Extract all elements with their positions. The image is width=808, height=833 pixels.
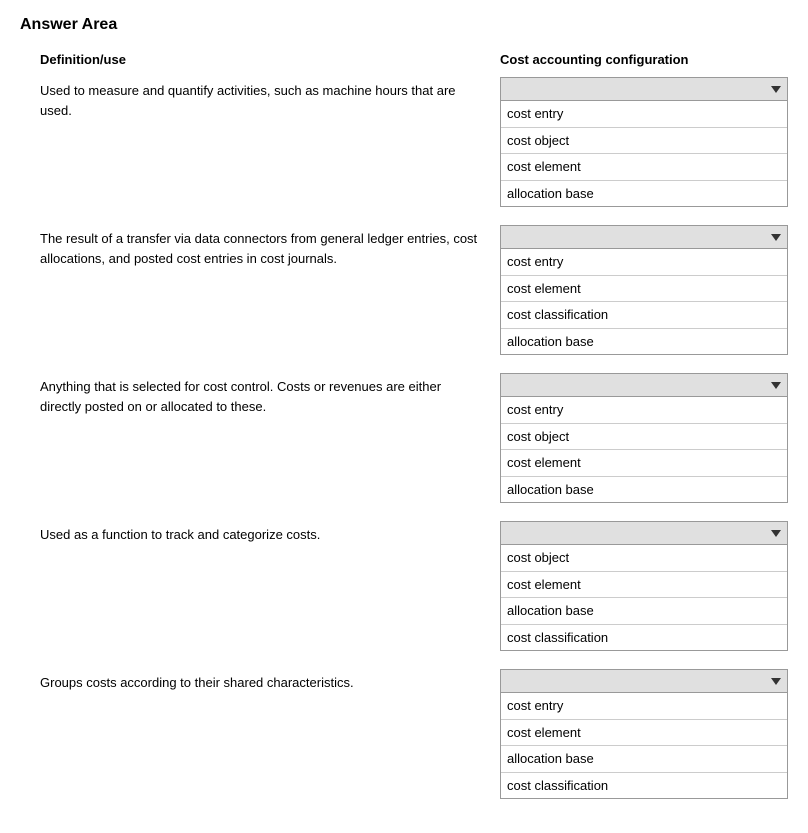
chevron-down-icon-1: [771, 86, 781, 93]
qa-row-3: Anything that is selected for cost contr…: [20, 373, 788, 503]
dropdown-option-4-1[interactable]: cost object: [501, 545, 787, 572]
dropdown-5: cost entrycost elementallocation basecos…: [500, 669, 788, 799]
definition-text-5: Groups costs according to their shared c…: [40, 669, 500, 693]
definition-text-2: The result of a transfer via data connec…: [40, 225, 500, 268]
dropdown-header-3[interactable]: [500, 373, 788, 397]
qa-row-5: Groups costs according to their shared c…: [20, 669, 788, 799]
dropdown-option-1-3[interactable]: cost element: [501, 154, 787, 181]
qa-row-1: Used to measure and quantify activities,…: [20, 77, 788, 207]
dropdown-options-3: cost entrycost objectcost elementallocat…: [500, 397, 788, 503]
dropdown-header-5[interactable]: [500, 669, 788, 693]
dropdown-option-1-4[interactable]: allocation base: [501, 181, 787, 207]
definition-text-4: Used as a function to track and categori…: [40, 521, 500, 545]
definition-text-1: Used to measure and quantify activities,…: [40, 77, 500, 120]
qa-row-4: Used as a function to track and categori…: [20, 521, 788, 651]
dropdown-option-5-3[interactable]: allocation base: [501, 746, 787, 773]
dropdown-option-2-4[interactable]: allocation base: [501, 329, 787, 355]
dropdown-options-5: cost entrycost elementallocation basecos…: [500, 693, 788, 799]
dropdown-option-4-4[interactable]: cost classification: [501, 625, 787, 651]
dropdown-option-4-3[interactable]: allocation base: [501, 598, 787, 625]
dropdown-2: cost entrycost elementcost classificatio…: [500, 225, 788, 355]
dropdown-header-1[interactable]: [500, 77, 788, 101]
dropdown-option-2-2[interactable]: cost element: [501, 276, 787, 303]
dropdown-option-3-4[interactable]: allocation base: [501, 477, 787, 503]
dropdown-3: cost entrycost objectcost elementallocat…: [500, 373, 788, 503]
column-headers: Definition/use Cost accounting configura…: [20, 52, 788, 67]
definition-text-3: Anything that is selected for cost contr…: [40, 373, 500, 416]
dropdown-options-1: cost entrycost objectcost elementallocat…: [500, 101, 788, 207]
dropdown-option-2-3[interactable]: cost classification: [501, 302, 787, 329]
dropdown-option-3-1[interactable]: cost entry: [501, 397, 787, 424]
dropdown-option-3-2[interactable]: cost object: [501, 424, 787, 451]
page-title: Answer Area: [20, 16, 788, 34]
dropdown-option-5-4[interactable]: cost classification: [501, 773, 787, 799]
dropdown-options-4: cost objectcost elementallocation baseco…: [500, 545, 788, 651]
dropdown-options-2: cost entrycost elementcost classificatio…: [500, 249, 788, 355]
dropdown-option-4-2[interactable]: cost element: [501, 572, 787, 599]
definition-header: Definition/use: [40, 52, 500, 67]
chevron-down-icon-4: [771, 530, 781, 537]
dropdown-option-5-2[interactable]: cost element: [501, 720, 787, 747]
dropdown-header-2[interactable]: [500, 225, 788, 249]
chevron-down-icon-2: [771, 234, 781, 241]
dropdown-option-3-3[interactable]: cost element: [501, 450, 787, 477]
chevron-down-icon-5: [771, 678, 781, 685]
dropdown-option-5-1[interactable]: cost entry: [501, 693, 787, 720]
config-header: Cost accounting configuration: [500, 52, 788, 67]
qa-row-2: The result of a transfer via data connec…: [20, 225, 788, 355]
chevron-down-icon-3: [771, 382, 781, 389]
dropdown-4: cost objectcost elementallocation baseco…: [500, 521, 788, 651]
qa-rows: Used to measure and quantify activities,…: [20, 77, 788, 799]
dropdown-option-2-1[interactable]: cost entry: [501, 249, 787, 276]
dropdown-header-4[interactable]: [500, 521, 788, 545]
dropdown-1: cost entrycost objectcost elementallocat…: [500, 77, 788, 207]
dropdown-option-1-2[interactable]: cost object: [501, 128, 787, 155]
dropdown-option-1-1[interactable]: cost entry: [501, 101, 787, 128]
